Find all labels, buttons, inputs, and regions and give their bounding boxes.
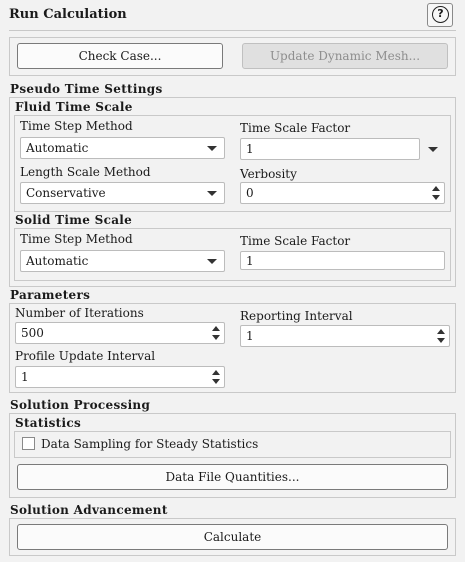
pseudo-time-heading: Pseudo Time Settings [10, 82, 163, 96]
solid-time-step-method-label: Time Step Method [20, 232, 133, 246]
calculate-button[interactable]: Calculate [17, 524, 448, 550]
data-sampling-label[interactable]: Data Sampling for Steady Statistics [41, 437, 258, 451]
solution-processing-heading: Solution Processing [10, 398, 151, 412]
spin-down-icon[interactable] [212, 335, 220, 340]
reporting-interval-value: 1 [246, 329, 254, 343]
spin-up-icon[interactable] [432, 186, 440, 191]
title-divider [9, 30, 456, 31]
spin-down-icon[interactable] [212, 379, 220, 384]
check-case-button[interactable]: Check Case... [17, 43, 223, 69]
verbosity-spinner[interactable]: 0 [240, 182, 445, 204]
length-scale-method-select[interactable]: Conservative [20, 182, 225, 204]
panel-title: Run Calculation [9, 7, 127, 22]
length-scale-method-value: Conservative [26, 186, 106, 200]
chevron-down-icon [207, 191, 217, 196]
reporting-interval-spinner[interactable]: 1 [240, 325, 450, 347]
verbosity-label: Verbosity [240, 167, 297, 181]
data-sampling-checkbox[interactable] [22, 437, 35, 450]
spin-up-icon[interactable] [212, 370, 220, 375]
fluid-time-scale-factor-input[interactable]: 1 [240, 138, 420, 160]
solid-time-scale-factor-input[interactable]: 1 [240, 251, 445, 270]
spin-up-icon[interactable] [437, 329, 445, 334]
data-file-quantities-button[interactable]: Data File Quantities... [17, 464, 448, 490]
reporting-interval-label: Reporting Interval [240, 309, 353, 323]
fluid-time-step-method-value: Automatic [26, 141, 89, 155]
num-iterations-label: Number of Iterations [15, 306, 144, 320]
solution-advancement-heading: Solution Advancement [10, 503, 168, 517]
profile-update-label: Profile Update Interval [15, 349, 156, 363]
profile-update-spinner[interactable]: 1 [15, 366, 225, 388]
fluid-time-scale-factor-value: 1 [246, 142, 254, 156]
fluid-time-step-method-label: Time Step Method [20, 119, 133, 133]
spin-down-icon[interactable] [432, 195, 440, 200]
length-scale-method-label: Length Scale Method [20, 165, 151, 179]
chevron-down-icon [207, 259, 217, 264]
fluid-time-scale-heading: Fluid Time Scale [15, 100, 133, 114]
parameters-heading: Parameters [10, 288, 91, 302]
solid-time-scale-factor-label: Time Scale Factor [240, 234, 351, 248]
help-button[interactable]: ? [427, 3, 453, 27]
chevron-down-icon [207, 146, 217, 151]
spin-down-icon[interactable] [437, 338, 445, 343]
solid-time-step-method-value: Automatic [26, 254, 89, 268]
solid-time-scale-factor-value: 1 [246, 253, 254, 268]
question-circle-icon: ? [432, 6, 449, 23]
update-dynamic-mesh-button: Update Dynamic Mesh... [242, 43, 448, 69]
num-iterations-value: 500 [21, 326, 44, 340]
verbosity-value: 0 [246, 186, 254, 200]
time-scale-factor-dropdown-icon[interactable] [428, 147, 438, 152]
solid-time-scale-heading: Solid Time Scale [15, 213, 133, 227]
fluid-time-step-method-select[interactable]: Automatic [20, 137, 225, 159]
spin-up-icon[interactable] [212, 326, 220, 331]
statistics-heading: Statistics [15, 416, 82, 430]
num-iterations-spinner[interactable]: 500 [15, 322, 225, 344]
profile-update-value: 1 [21, 370, 29, 384]
solid-time-step-method-select[interactable]: Automatic [20, 250, 225, 272]
fluid-time-scale-factor-label: Time Scale Factor [240, 121, 351, 135]
